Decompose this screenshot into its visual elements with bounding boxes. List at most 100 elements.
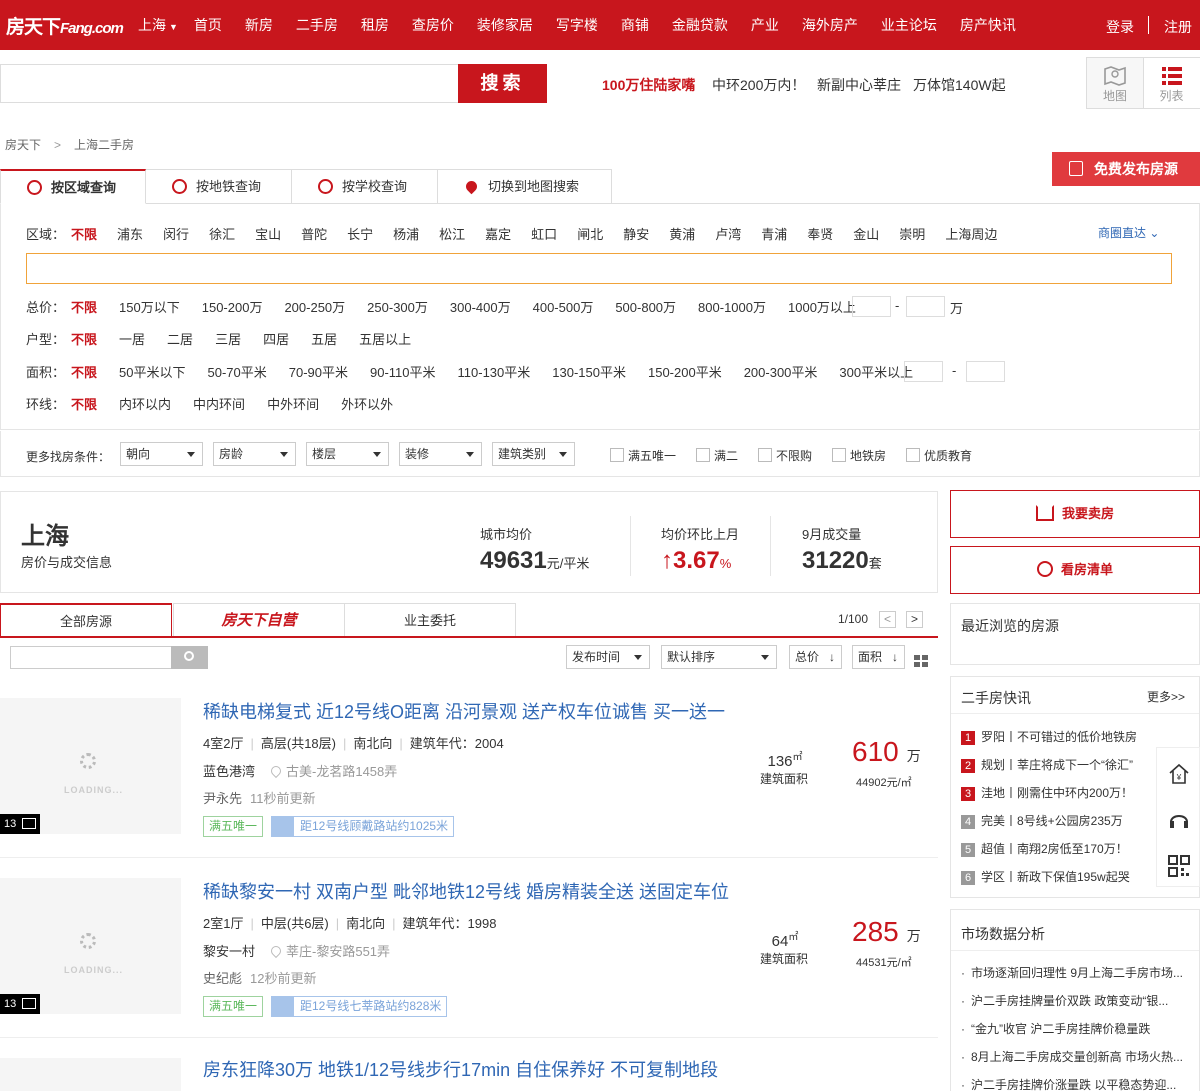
checkbox-quality-education[interactable]: 优质教育: [906, 447, 972, 464]
area-option[interactable]: 300平米以上: [839, 362, 913, 381]
district-option[interactable]: 奉贤: [807, 224, 833, 243]
community-link[interactable]: 黎安一村: [203, 944, 255, 959]
district-option[interactable]: 金山: [853, 224, 879, 243]
district-option[interactable]: 长宁: [347, 224, 373, 243]
listing-card[interactable]: 房东狂降30万 地铁1/12号线步行17min 自住保养好 不可复制地段: [0, 1038, 938, 1091]
prev-page-button[interactable]: <: [879, 611, 896, 628]
area-option[interactable]: 150-200平米: [648, 362, 722, 381]
login-link[interactable]: 登录: [1106, 17, 1134, 37]
sort-total-price[interactable]: 总价 ↓: [789, 645, 842, 669]
nav-item-office[interactable]: 写字楼: [556, 15, 598, 35]
list-view-button[interactable]: 列表: [1143, 57, 1200, 109]
news-more-link[interactable]: 更多>>: [1147, 688, 1185, 705]
sell-home-button[interactable]: 我要卖房: [950, 490, 1200, 538]
ring-option[interactable]: 中内环间: [193, 394, 245, 413]
community-link[interactable]: 蓝色港湾: [203, 764, 255, 779]
listing-photo[interactable]: LOADING... 13: [0, 698, 181, 834]
grid-view-icon[interactable]: [914, 655, 928, 667]
qr-code-icon[interactable]: [1167, 854, 1191, 878]
news-item[interactable]: 4 完美丨8号线+公园房235万: [961, 812, 1123, 829]
register-link[interactable]: 注册: [1164, 17, 1192, 37]
layout-option[interactable]: 四居: [263, 329, 289, 348]
area-option[interactable]: 200-300平米: [744, 362, 818, 381]
max-area-input[interactable]: [966, 361, 1005, 382]
district-option[interactable]: 宝山: [255, 224, 281, 243]
checkbox-metro-home[interactable]: 地铁房: [832, 447, 886, 464]
district-option[interactable]: 虹口: [531, 224, 557, 243]
price-option[interactable]: 不限: [71, 297, 97, 316]
ring-option[interactable]: 不限: [71, 394, 97, 413]
layout-option[interactable]: 不限: [71, 329, 97, 348]
search-button[interactable]: 搜索: [458, 64, 547, 103]
viewing-list-button[interactable]: 看房清单: [950, 546, 1200, 594]
layout-option[interactable]: 五居以上: [359, 329, 411, 348]
listing-card[interactable]: LOADING... 13 稀缺黎安一村 双南户型 毗邻地铁12号线 婚房精装全…: [0, 858, 938, 1038]
price-option[interactable]: 300-400万: [450, 297, 511, 316]
tab-owner-entrusted[interactable]: 业主委托: [344, 603, 516, 637]
ring-option[interactable]: 中外环间: [267, 394, 319, 413]
area-option[interactable]: 130-150平米: [552, 362, 626, 381]
promo-link-4[interactable]: 万体馆140W起: [913, 75, 1006, 95]
district-option[interactable]: 卢湾: [715, 224, 741, 243]
district-option[interactable]: 崇明: [899, 224, 925, 243]
district-option[interactable]: 嘉定: [485, 224, 511, 243]
price-option[interactable]: 400-500万: [533, 297, 594, 316]
nav-item-news[interactable]: 房产快讯: [960, 15, 1016, 35]
area-option[interactable]: 50平米以下: [119, 362, 185, 381]
price-option[interactable]: 150-200万: [202, 297, 263, 316]
district-option[interactable]: 闵行: [163, 224, 189, 243]
max-price-input[interactable]: [906, 296, 945, 317]
district-option[interactable]: 徐汇: [209, 224, 235, 243]
list-search-input[interactable]: [10, 646, 172, 669]
agent-name[interactable]: 史纪彪: [203, 971, 242, 986]
promo-link-3[interactable]: 新副中心莘庄: [817, 75, 901, 95]
price-option[interactable]: 200-250万: [284, 297, 345, 316]
area-option[interactable]: 110-130平米: [458, 362, 531, 381]
listing-photo[interactable]: [0, 1058, 181, 1091]
district-option[interactable]: 静安: [623, 224, 649, 243]
tab-map-search[interactable]: 切换到地图搜索: [438, 169, 612, 204]
layout-option[interactable]: 五居: [311, 329, 337, 348]
headset-icon[interactable]: [1167, 808, 1191, 832]
decoration-select[interactable]: 装修: [399, 442, 482, 466]
ring-option[interactable]: 外环以外: [341, 394, 393, 413]
sub-district-panel[interactable]: [26, 253, 1172, 284]
district-option[interactable]: 黄浦: [669, 224, 695, 243]
promo-link-1[interactable]: 100万住陆家嘴: [602, 75, 695, 95]
tab-all-listings[interactable]: 全部房源: [0, 603, 172, 637]
tab-by-school[interactable]: 按学校查询: [292, 169, 438, 204]
nav-item-industry[interactable]: 产业: [751, 15, 779, 35]
listing-card[interactable]: LOADING... 13 稀缺电梯复式 近12号线O距离 沿河景观 送产权车位…: [0, 678, 938, 858]
area-option[interactable]: 50-70平米: [208, 362, 267, 381]
tab-by-metro[interactable]: 按地铁查询: [146, 169, 292, 204]
nav-item-overseas[interactable]: 海外房产: [802, 15, 858, 35]
district-option[interactable]: 浦东: [117, 224, 143, 243]
breadcrumb-home[interactable]: 房天下: [5, 138, 41, 152]
promo-link-2[interactable]: 中环200万内！: [712, 75, 805, 95]
listing-photo[interactable]: LOADING... 13: [0, 878, 181, 1014]
district-option[interactable]: 普陀: [301, 224, 327, 243]
nav-item-rent[interactable]: 租房: [361, 15, 389, 35]
price-option[interactable]: 150万以下: [119, 297, 180, 316]
floor-select[interactable]: 楼层: [306, 442, 389, 466]
nav-item-shops[interactable]: 商铺: [621, 15, 649, 35]
tab-self-operated[interactable]: 房天下自营: [173, 603, 345, 637]
market-analysis-item[interactable]: 沪二手房挂牌量价双跌 政策变动“银...: [961, 992, 1189, 1009]
sort-default[interactable]: 默认排序: [661, 645, 777, 669]
district-option[interactable]: 不限: [71, 224, 97, 243]
sort-publish-time[interactable]: 发布时间: [566, 645, 650, 669]
market-analysis-item[interactable]: 8月上海二手房成交量创新高 市场火热...: [961, 1048, 1189, 1065]
market-analysis-item[interactable]: 沪二手房挂牌价涨量跌 以平稳态势迎...: [961, 1076, 1189, 1091]
site-logo[interactable]: 房天下Fang.com: [6, 12, 124, 39]
tab-by-district[interactable]: 按区域查询: [0, 169, 146, 204]
publish-listing-button[interactable]: 免费发布房源: [1052, 152, 1200, 186]
orientation-select[interactable]: 朝向: [120, 442, 203, 466]
map-view-button[interactable]: 地图: [1086, 57, 1144, 109]
min-price-input[interactable]: [852, 296, 891, 317]
listing-title[interactable]: 稀缺电梯复式 近12号线O距离 沿河景观 送产权车位诚售 买一送一: [203, 698, 725, 724]
market-analysis-item[interactable]: “金九”收官 沪二手房挂牌价稳量跌: [961, 1020, 1189, 1037]
price-option[interactable]: 250-300万: [367, 297, 428, 316]
area-option[interactable]: 90-110平米: [370, 362, 436, 381]
layout-option[interactable]: 三居: [215, 329, 241, 348]
nav-item-forum[interactable]: 业主论坛: [881, 15, 937, 35]
